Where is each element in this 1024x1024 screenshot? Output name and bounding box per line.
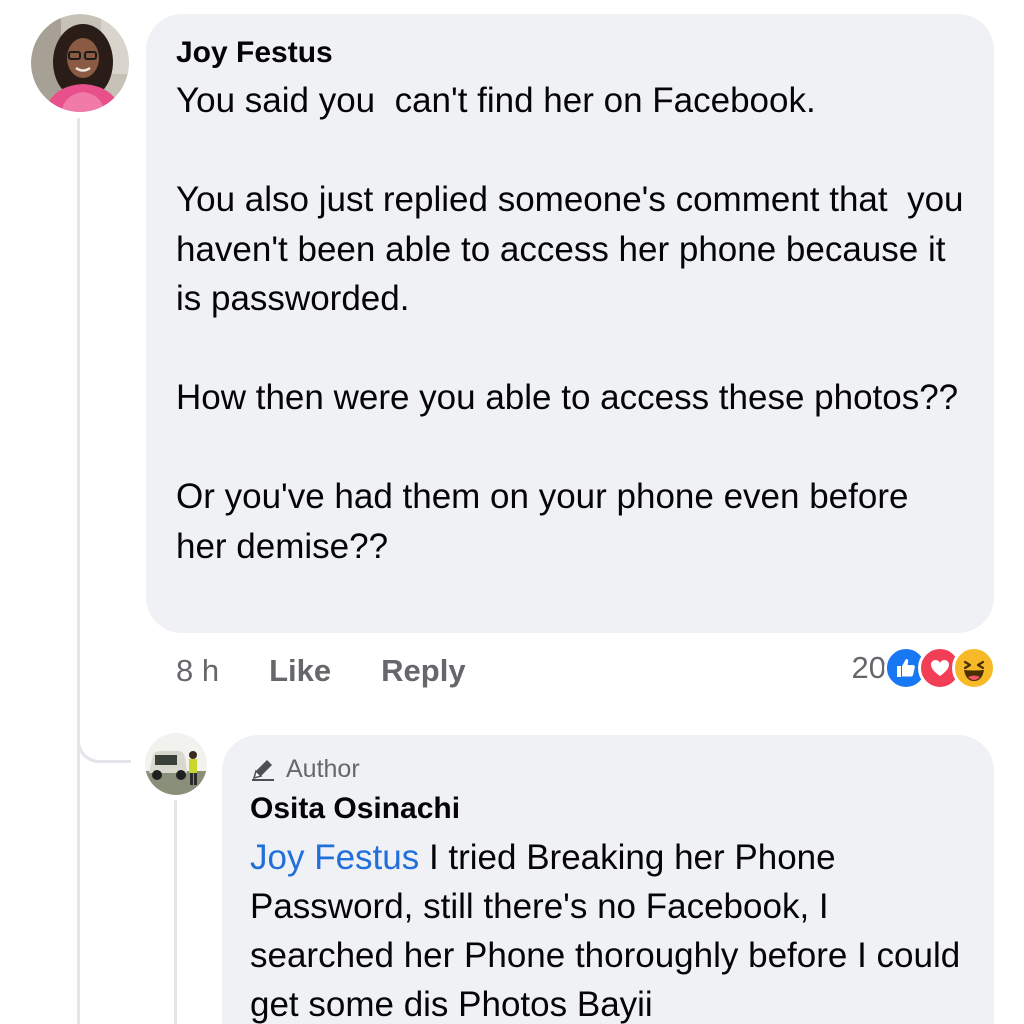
profile-photo-icon	[31, 14, 129, 112]
comment-timestamp[interactable]: 8 h	[176, 653, 219, 689]
comment-bubble: Joy Festus You said you can't find her o…	[146, 14, 994, 633]
haha-icon	[952, 646, 996, 690]
profile-photo-icon	[145, 733, 207, 795]
author-badge-label: Author	[286, 755, 360, 783]
reply-thread-connector-line	[174, 800, 177, 1024]
pencil-icon	[252, 760, 274, 781]
reply-text: Joy Festus I tried Breaking her Phone Pa…	[250, 833, 966, 1024]
like-button[interactable]: Like	[269, 653, 331, 689]
author-badge: Author	[250, 753, 966, 785]
comment-text: You said you can't find her on Facebook.…	[176, 76, 964, 571]
comment-paragraph: You also just replied someone's comment …	[176, 180, 974, 318]
comment-author-name[interactable]: Joy Festus	[176, 34, 964, 72]
reactions-summary[interactable]: 20	[852, 645, 996, 691]
comment-thread: Joy Festus You said you can't find her o…	[0, 0, 1024, 1024]
reply-bubble: Author Osita Osinachi Joy Festus I tried…	[222, 735, 994, 1024]
avatar-osita-osinachi[interactable]	[145, 733, 207, 795]
comment-paragraph: Or you've had them on your phone even be…	[176, 477, 909, 566]
mention-link[interactable]: Joy Festus	[250, 838, 419, 877]
comment-paragraph: You said you can't find her on Facebook.	[176, 81, 816, 120]
comment-action-row: 8 h Like Reply	[176, 648, 516, 694]
comment-paragraph: How then were you able to access these p…	[176, 378, 959, 417]
avatar-joy-festus[interactable]	[31, 14, 129, 112]
thread-connector-line	[77, 118, 80, 1024]
reaction-count: 20	[851, 650, 886, 685]
reply-connector-branch	[77, 690, 131, 763]
reply-author-name[interactable]: Osita Osinachi	[250, 789, 966, 829]
reply-button[interactable]: Reply	[381, 653, 465, 689]
